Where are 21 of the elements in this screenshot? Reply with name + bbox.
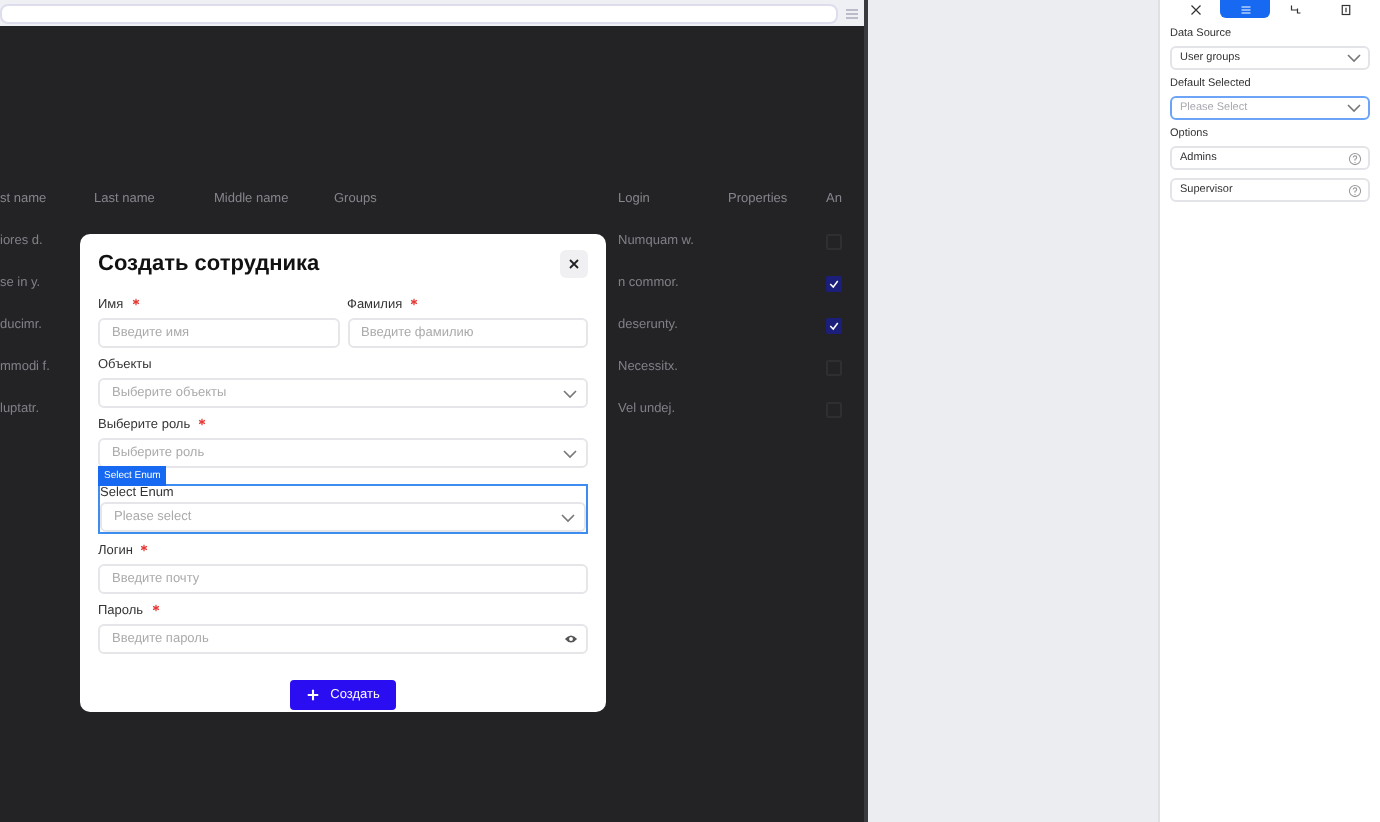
checkbox[interactable]: [826, 275, 842, 291]
address-field[interactable]: [0, 3, 837, 23]
help-icon: [1348, 183, 1362, 197]
check-icon: [828, 277, 840, 289]
close-button[interactable]: [560, 250, 588, 278]
chevron-down-icon: [562, 385, 578, 401]
branch-icon: [1289, 3, 1301, 15]
list-icon: [1239, 3, 1251, 15]
chevron-down-icon: [560, 509, 576, 525]
chevron-down-icon: [1346, 50, 1362, 66]
close-icon: [566, 256, 582, 272]
chevron-down-icon: [1346, 100, 1362, 116]
checkbox[interactable]: [826, 317, 842, 333]
check-icon: [828, 319, 840, 331]
menu-icon[interactable]: [843, 5, 859, 21]
dialog-title: Создать сотрудника: [98, 252, 320, 276]
document-icon: [1339, 3, 1351, 15]
chevron-down-icon: [562, 445, 578, 461]
eye-icon: [564, 632, 578, 646]
plus-icon: [306, 688, 321, 702]
help-icon: [1348, 151, 1362, 165]
